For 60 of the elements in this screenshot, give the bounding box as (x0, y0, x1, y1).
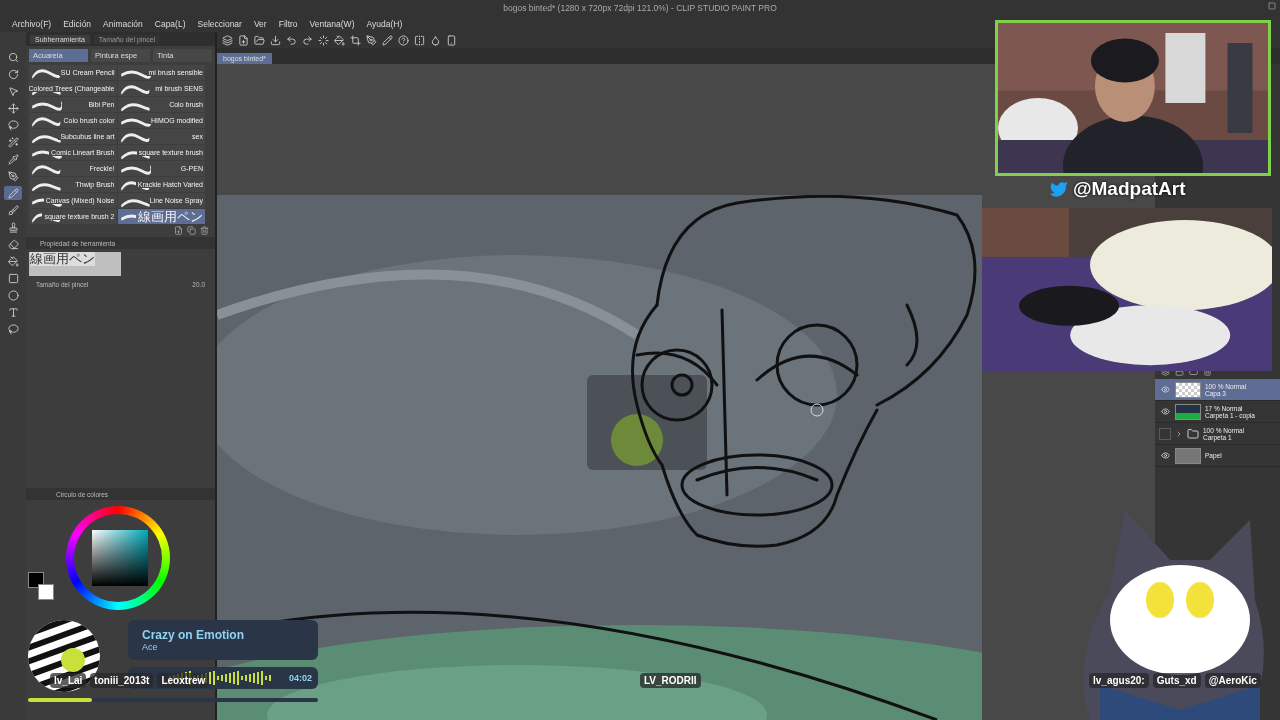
brush-stroke-icon (32, 67, 62, 79)
help-icon[interactable] (398, 34, 409, 46)
menu-item[interactable]: Ver (247, 19, 273, 29)
bird-icon (1050, 180, 1068, 198)
brush-stroke-icon (32, 115, 62, 127)
main-color-swatch[interactable] (28, 572, 44, 588)
brush-item[interactable]: 線画用ペン (117, 209, 205, 224)
eye-icon[interactable] (1159, 383, 1171, 396)
maximize-icon[interactable] (1268, 2, 1276, 10)
chat-username: lv_Lai (50, 673, 87, 688)
brush-stroke-icon (32, 163, 62, 175)
chat-username: Leoxtrew (157, 673, 210, 688)
song-time: 04:02 (288, 673, 312, 683)
copy-icon[interactable] (187, 226, 196, 235)
sub-color-swatch[interactable] (38, 584, 54, 600)
pencil-icon[interactable] (4, 186, 22, 200)
menu-item[interactable]: Animación (97, 19, 149, 29)
layer-thumbnail (1175, 447, 1201, 464)
song-artist: Ace (142, 642, 159, 652)
bucket-icon[interactable] (334, 34, 345, 46)
preview-label: 線画用ペン (30, 252, 95, 267)
expand-icon[interactable] (1175, 429, 1183, 438)
eye-icon[interactable] (1159, 405, 1171, 418)
brush-cursor-icon (810, 403, 824, 417)
window-title: bogos binted* (1280 x 720px 72dpi 121.0%) - CLIP STUDIO PAINT PRO (503, 3, 777, 13)
brush-stroke-icon (120, 131, 151, 143)
eye-icon[interactable] (1159, 449, 1171, 462)
chat-username: lv_agus20: (1089, 673, 1149, 688)
menu-item[interactable]: Ventana(W) (303, 19, 361, 29)
flip-icon[interactable] (414, 34, 425, 46)
menu-item[interactable]: Seleccionar (191, 19, 248, 29)
redo-icon[interactable] (302, 34, 313, 46)
layer-thumbnail (1175, 381, 1201, 398)
visibility-checkbox[interactable] (1159, 427, 1171, 440)
brush-stroke-icon (120, 83, 151, 95)
import-icon[interactable] (174, 226, 183, 235)
chat-username: @AeroKic (1204, 673, 1261, 688)
layer-thumbnail (1175, 403, 1201, 420)
spinner-icon[interactable] (318, 34, 329, 46)
color-square[interactable] (92, 530, 148, 586)
download-icon[interactable] (270, 34, 281, 46)
menu-item[interactable]: Edición (57, 19, 98, 29)
chat-username: Guts_xd (1152, 673, 1201, 688)
pen-icon[interactable] (366, 34, 377, 46)
menu-item[interactable]: Filtro (272, 19, 304, 29)
chat-username: LV_RODRII (640, 673, 701, 688)
menu-item[interactable]: Ayuda(H) (360, 19, 409, 29)
crop-icon[interactable] (350, 34, 361, 46)
social-handle: @MadpatArt (1073, 178, 1186, 200)
brush-stroke-icon (120, 163, 151, 175)
menu-item[interactable]: Capa(L) (148, 19, 192, 29)
pencil-icon[interactable] (382, 34, 393, 46)
new-file-icon[interactable] (238, 34, 249, 46)
undo-icon[interactable] (286, 34, 297, 46)
droplet-icon[interactable] (430, 34, 441, 46)
brush-stroke-icon (32, 99, 62, 111)
phone-icon[interactable] (446, 34, 457, 46)
chat-username: toniii_2013t (90, 673, 154, 688)
song-title: Crazy on Emotion (142, 628, 245, 642)
menu-item[interactable]: Archivo(F) (6, 19, 58, 29)
